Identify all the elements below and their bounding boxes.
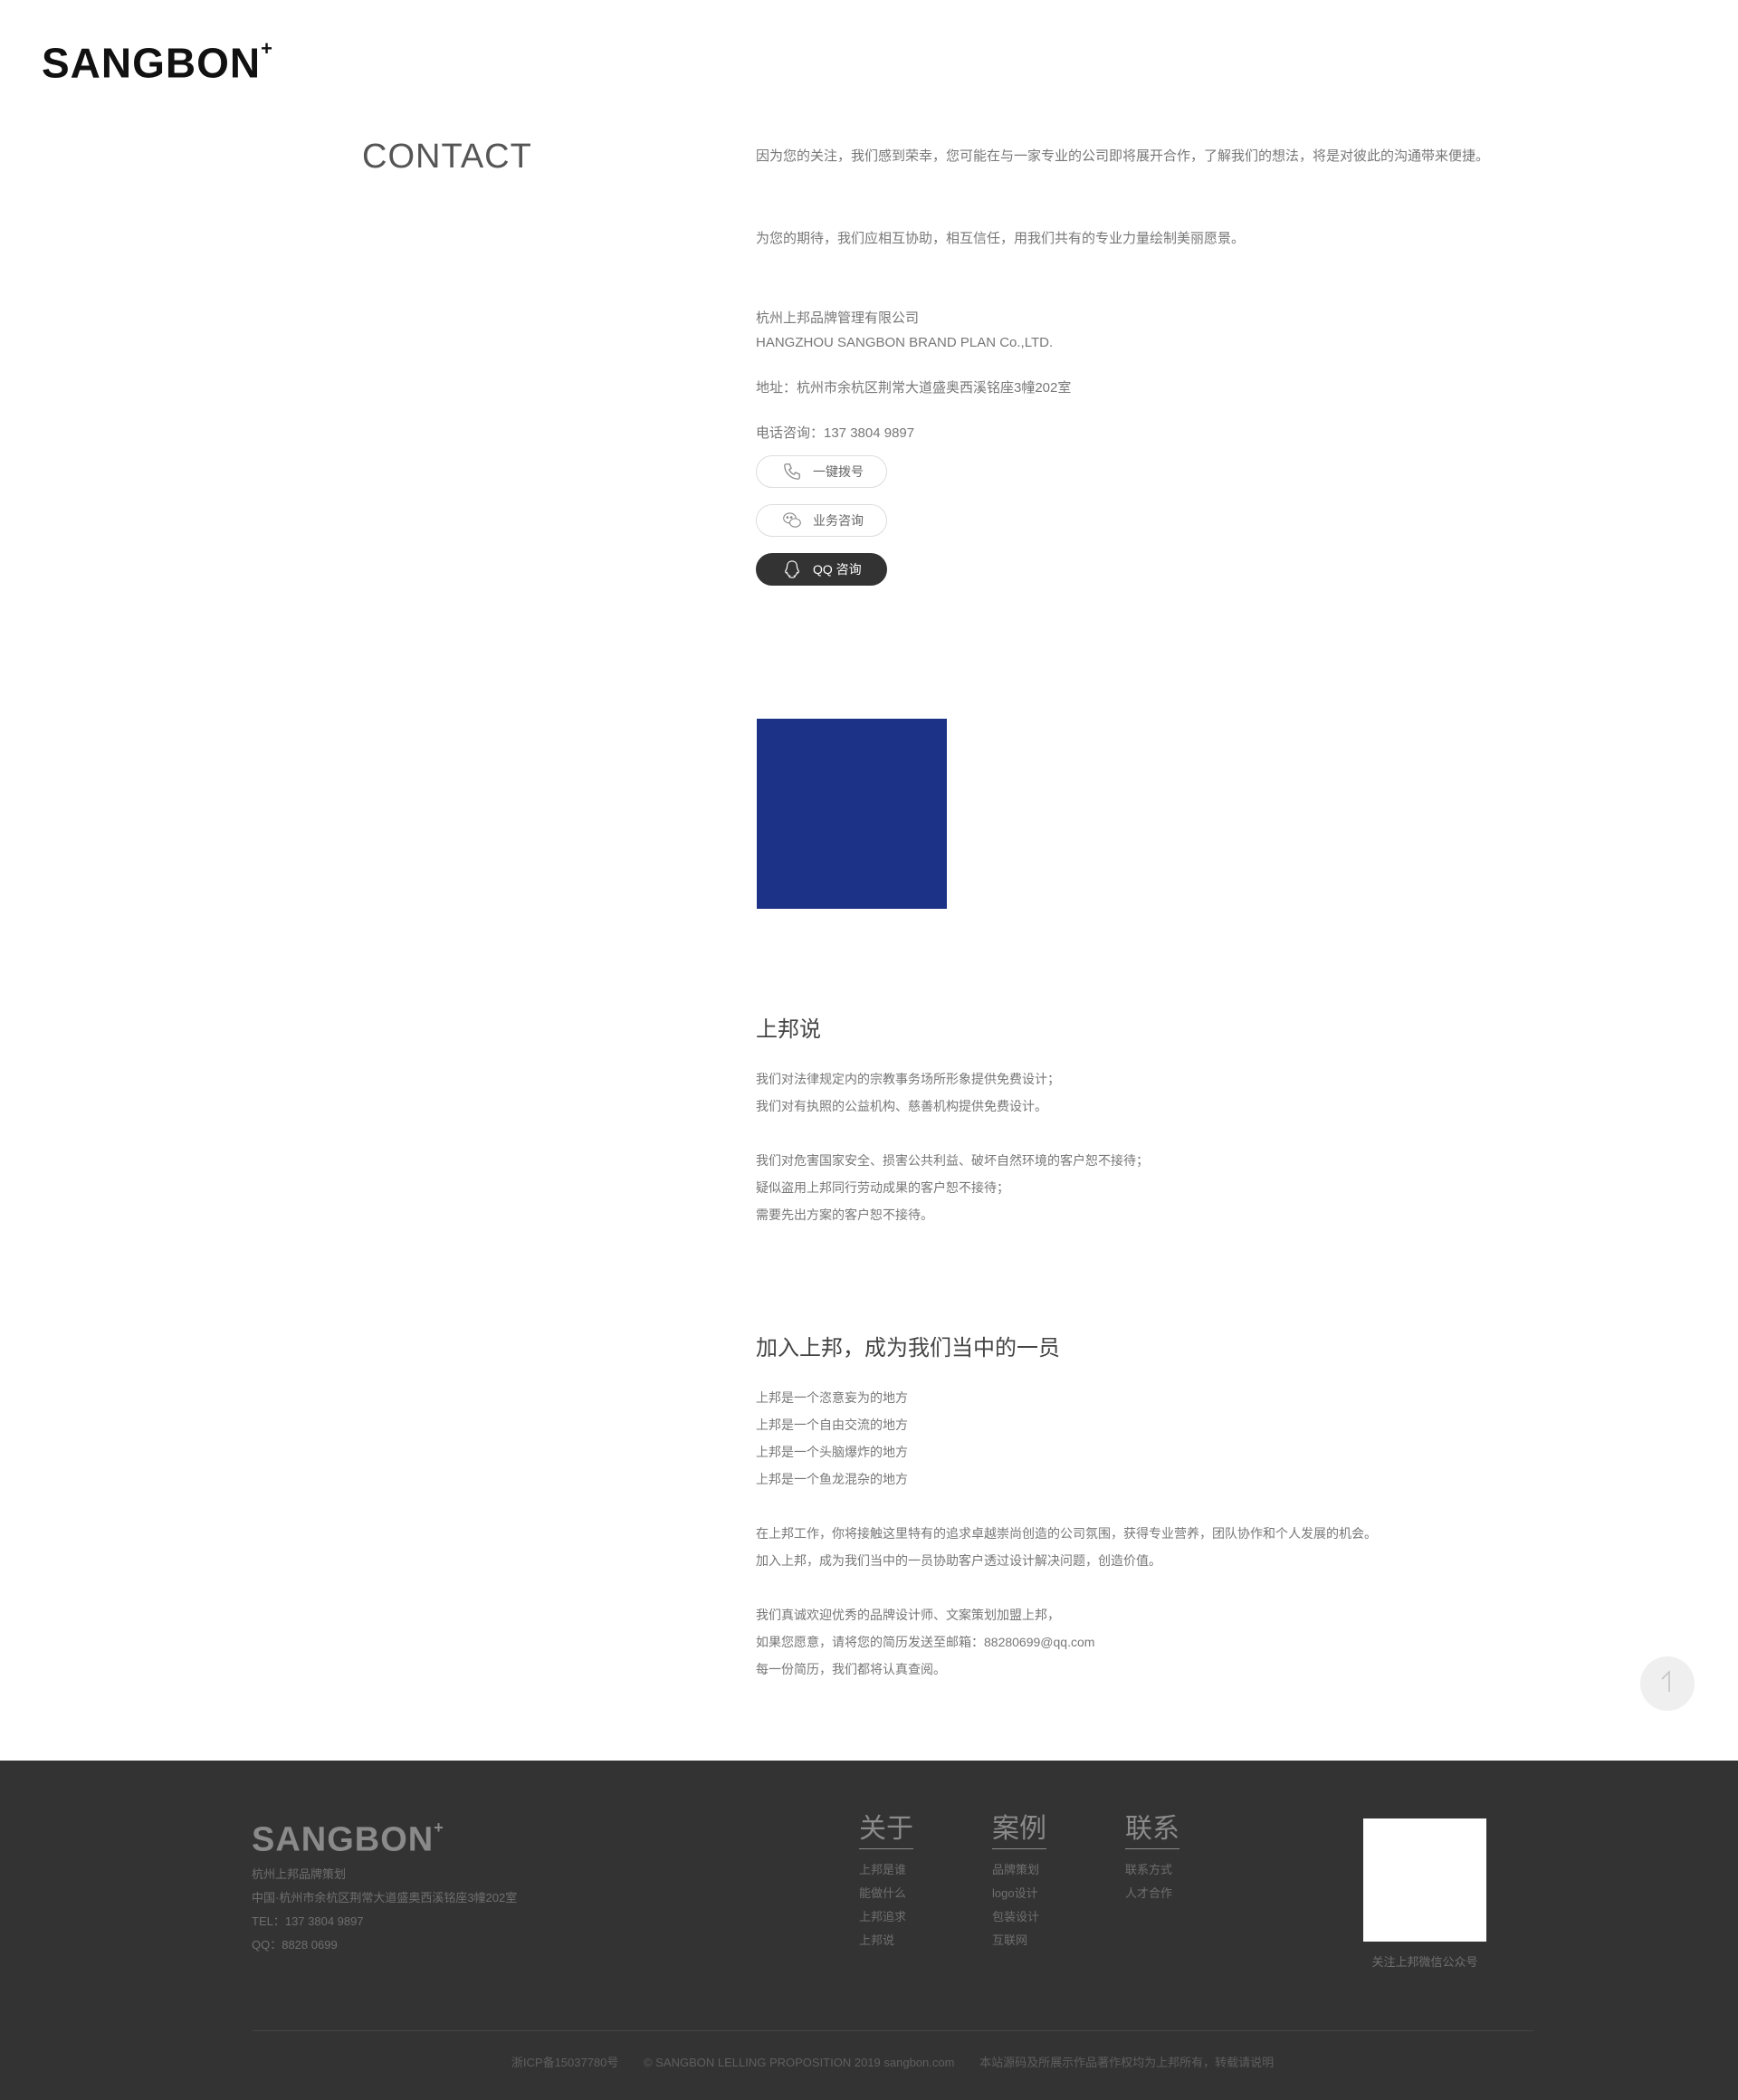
footer-info-line: QQ：8828 0699	[252, 1938, 338, 1952]
footer-link[interactable]: 能做什么	[859, 1882, 950, 1905]
footer-column-heading: 关于	[859, 1812, 913, 1849]
footer-link[interactable]: 上邦是谁	[859, 1858, 950, 1882]
list-item: 上邦是一个头脑爆炸的地方	[756, 1445, 908, 1459]
phone-icon	[782, 462, 802, 482]
footer-company-info: 杭州上邦品牌策划 中国·杭州市余杭区荆常大道盛奥西溪铭座3幢202室 TEL：1…	[252, 1863, 517, 1957]
qq-icon	[782, 559, 802, 579]
list-item: 上邦是一个自由交流的地方	[756, 1418, 908, 1432]
list-item: 上邦是一个恣意妄为的地方	[756, 1390, 908, 1405]
qr-caption: 关注上邦微信公众号	[1371, 1955, 1478, 1969]
footer-link[interactable]: 上邦说	[859, 1929, 950, 1952]
wechat-icon	[782, 511, 802, 530]
list-item: 我们对法律规定内的宗教事务场所形象提供免费设计；	[756, 1072, 1060, 1086]
list-item: 我们真诚欢迎优秀的品牌设计师、文案策划加盟上邦，	[756, 1608, 1060, 1622]
join-description: 在上邦工作，你将接触这里特有的追求卓越崇尚创造的公司氛围，获得专业营养，团队协作…	[756, 1520, 1377, 1574]
join-section-title: 加入上邦，成为我们当中的一员	[756, 1336, 1060, 1360]
footer-link[interactable]: 人才合作	[1125, 1882, 1216, 1905]
qq-consult-button[interactable]: QQ 咨询	[756, 553, 887, 586]
join-culture-list: 上邦是一个恣意妄为的地方 上邦是一个自由交流的地方 上邦是一个头脑爆炸的地方 上…	[756, 1384, 908, 1493]
shuo-section-title: 上邦说	[756, 1017, 821, 1042]
join-recruit-info: 我们真诚欢迎优秀的品牌设计师、文案策划加盟上邦， 如果您愿意，请将您的简历发送至…	[756, 1601, 1094, 1683]
list-item: 加入上邦，成为我们当中的一员协助客户透过设计解决问题，创造价值。	[756, 1553, 1161, 1568]
company-phone: 电话咨询：137 3804 9897	[756, 425, 915, 441]
scroll-to-top-button[interactable]	[1640, 1656, 1695, 1711]
footer-link[interactable]: logo设计	[992, 1882, 1083, 1905]
footer-info-line: TEL：137 3804 9897	[252, 1914, 364, 1928]
shuo-refusal-list: 我们对危害国家安全、损害公共利益、破坏自然环境的客户恕不接待； 疑似盗用上邦同行…	[756, 1147, 1149, 1228]
footer-link[interactable]: 包装设计	[992, 1905, 1083, 1929]
wechat-consult-label: 业务咨询	[813, 513, 864, 528]
shuo-free-design-list: 我们对法律规定内的宗教事务场所形象提供免费设计； 我们对有执照的公益机构、慈善机…	[756, 1065, 1060, 1120]
footer-divider	[252, 2030, 1533, 2031]
company-address: 地址：杭州市余杭区荆常大道盛奥西溪铭座3幢202室	[756, 380, 1072, 396]
intro-paragraph-2: 为您的期待，我们应相互协助，相互信任，用我们共有的专业力量绘制美丽愿景。	[756, 231, 1246, 246]
list-item: 在上邦工作，你将接触这里特有的追求卓越崇尚创造的公司氛围，获得专业营养，团队协作…	[756, 1526, 1377, 1541]
brand-color-block	[757, 719, 947, 909]
list-item: 需要先出方案的客户恕不接待。	[756, 1208, 933, 1222]
footer-logo[interactable]: SANGBON+	[252, 1812, 444, 1861]
icp-number[interactable]: 浙ICP备15037780号	[511, 2056, 619, 2069]
list-item: 每一份简历，我们都将认真查阅。	[756, 1662, 946, 1676]
footer-column-about: 关于 上邦是谁 能做什么 上邦追求 上邦说	[859, 1812, 950, 1952]
footer-column-heading: 联系	[1125, 1812, 1179, 1849]
qq-consult-label: QQ 咨询	[813, 562, 862, 577]
wechat-qr-code	[1363, 1818, 1486, 1942]
footer-bottom-bar: 浙ICP备15037780号 © SANGBON LELLING PROPOSI…	[252, 2053, 1533, 2070]
list-item: 我们对危害国家安全、损害公共利益、破坏自然环境的客户恕不接待；	[756, 1153, 1149, 1168]
footer-info-line: 中国·杭州市余杭区荆常大道盛奥西溪铭座3幢202室	[252, 1891, 518, 1904]
intro-paragraph-1: 因为您的关注，我们感到荣幸，您可能在与一家专业的公司即将展开合作，了解我们的想法…	[756, 148, 1490, 164]
list-item: 疑似盗用上邦同行劳动成果的客户恕不接待；	[756, 1180, 1009, 1195]
arrow-up-icon	[1657, 1668, 1678, 1700]
footer-info-line: 杭州上邦品牌策划	[252, 1867, 347, 1881]
page-title: CONTACT	[362, 138, 532, 176]
copyright-text: © SANGBON LELLING PROPOSITION 2019 sangb…	[644, 2056, 955, 2069]
footer-link[interactable]: 品牌策划	[992, 1858, 1083, 1882]
footer-link[interactable]: 上邦追求	[859, 1905, 950, 1929]
copyright-notice: 本站源码及所展示作品著作权均为上邦所有，转载请说明	[979, 2056, 1275, 2069]
company-name-en: HANGZHOU SANGBON BRAND PLAN Co.,LTD.	[756, 335, 1054, 350]
footer-column-contact: 联系 联系方式 人才合作	[1125, 1812, 1216, 1905]
footer-link[interactable]: 联系方式	[1125, 1858, 1216, 1882]
list-item: 我们对有执照的公益机构、慈善机构提供免费设计。	[756, 1099, 1047, 1113]
list-item: 上邦是一个鱼龙混杂的地方	[756, 1472, 908, 1486]
wechat-consult-button[interactable]: 业务咨询	[756, 504, 887, 537]
company-name-cn: 杭州上邦品牌管理有限公司	[756, 310, 920, 326]
footer-column-heading: 案例	[992, 1812, 1046, 1849]
list-item: 如果您愿意，请将您的简历发送至邮箱：88280699@qq.com	[756, 1635, 1095, 1649]
site-logo[interactable]: SANGBON+	[42, 31, 273, 88]
footer-column-cases: 案例 品牌策划 logo设计 包装设计 互联网	[992, 1812, 1083, 1952]
call-button[interactable]: 一键拨号	[756, 455, 887, 488]
call-button-label: 一键拨号	[813, 464, 864, 479]
footer-link[interactable]: 互联网	[992, 1929, 1083, 1952]
